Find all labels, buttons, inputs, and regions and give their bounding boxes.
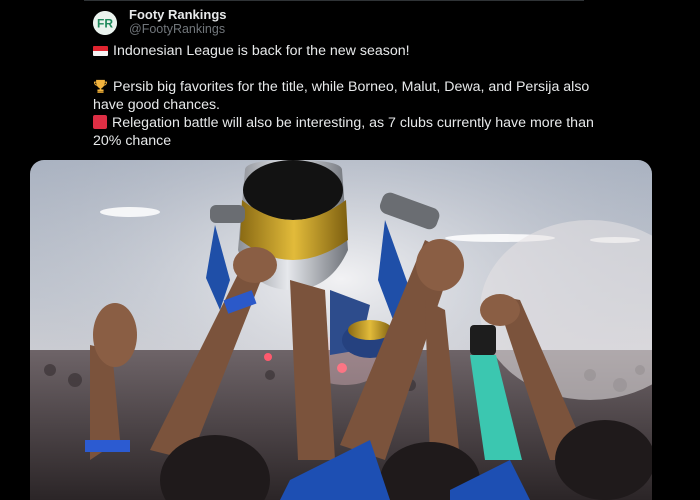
tweet-line-2-text: Persib big favorites for the title, whil… [93,79,590,113]
tweet-line-2: Persib big favorites for the title, whil… [93,78,613,114]
tweet-text: Indonesian League is back for the new se… [93,42,613,150]
tweet-photo[interactable] [30,160,652,500]
avatar[interactable]: FR [93,11,117,35]
red-square-icon [93,115,107,129]
top-divider [84,0,584,1]
trophy-icon [93,79,108,93]
trophy-celebration-image [30,160,652,500]
account-handle[interactable]: @FootyRankings [129,22,225,36]
account-name[interactable]: Footy Rankings [129,7,227,22]
tweet-line-3-text: Relegation battle will also be interesti… [93,115,594,149]
avatar-initials: FR [97,17,113,31]
tweet-line-3: Relegation battle will also be interesti… [93,114,613,150]
tweet-line-1-text: Indonesian League is back for the new se… [113,43,410,59]
indonesia-flag-icon [93,46,108,56]
tweet-line-1: Indonesian League is back for the new se… [93,42,613,60]
